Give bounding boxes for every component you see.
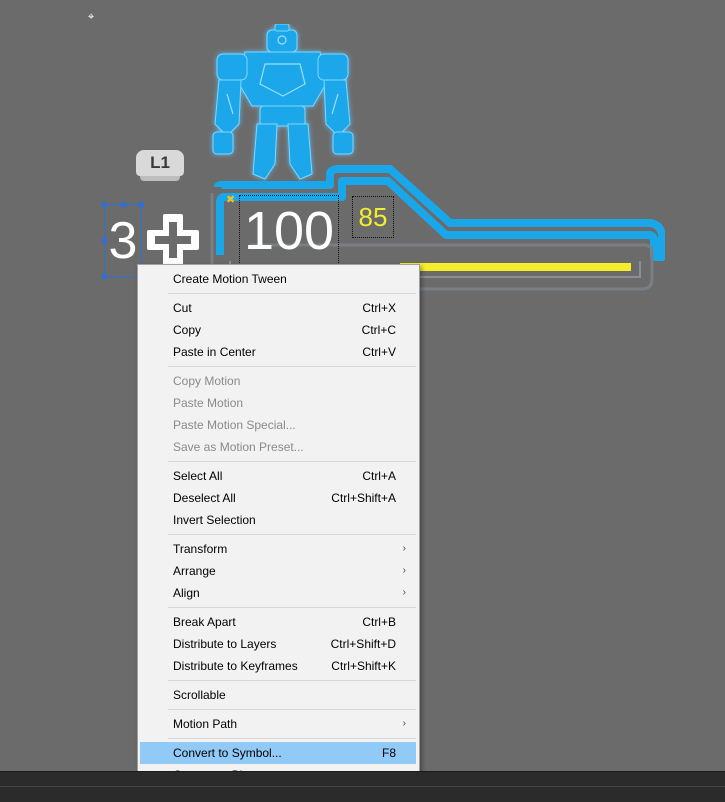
hp-bar-fill [400,263,631,271]
menu-item-copy-motion: Copy Motion [140,370,416,392]
divider [0,786,725,787]
menu-item-deselect-all[interactable]: Deselect All Ctrl+Shift+A [140,487,416,509]
menu-separator [168,738,416,739]
menu-separator [168,366,416,367]
menu-item-select-all[interactable]: Select All Ctrl+A [140,465,416,487]
menu-separator [168,680,416,681]
menu-item-label: Paste Motion Special... [173,418,296,432]
menu-item-paste-motion: Paste Motion [140,392,416,414]
plus-icon [147,214,199,266]
menu-item-label: Motion Path [173,717,238,731]
menu-item-label: Transform [173,542,228,556]
close-x-icon: ✖ [226,194,236,206]
selection-handle[interactable] [102,274,107,279]
menu-item-label: Scrollable [173,688,226,702]
menu-item-label: Save as Motion Preset... [173,440,304,454]
menu-item-label: Distribute to Layers [173,637,277,651]
menu-item-distribute-to-layers[interactable]: Distribute to Layers Ctrl+Shift+D [140,633,416,655]
layer-badge: L1 [136,150,184,181]
menu-item-convert-to-symbol[interactable]: Convert to Symbol... F8 [140,742,416,764]
menu-item-save-motion-preset: Save as Motion Preset... [140,436,416,458]
selection-handle[interactable] [139,202,144,207]
menu-item-cut[interactable]: Cut Ctrl+X [140,297,416,319]
menu-separator [168,709,416,710]
timeline-bar [0,771,725,802]
selection-handle[interactable] [102,202,107,207]
menu-item-label: Copy Motion [173,374,241,388]
submenu-arrow-icon: › [402,587,406,598]
menu-item-label: Select All [173,469,223,483]
registration-crosshair-icon: ⌖ [88,11,95,23]
menu-item-shortcut: Ctrl+Shift+A [331,491,396,505]
menu-item-invert-selection[interactable]: Invert Selection [140,509,416,531]
submenu-arrow-icon: › [402,543,406,554]
menu-item-shortcut: Ctrl+C [361,323,396,337]
menu-item-arrange[interactable]: Arrange › [140,560,416,582]
menu-item-label: Break Apart [173,615,236,629]
menu-item-shortcut: Ctrl+X [362,301,396,315]
menu-item-paste-motion-special: Paste Motion Special... [140,414,416,436]
submenu-arrow-icon: › [402,718,406,729]
menu-item-shortcut: F8 [381,746,396,760]
menu-item-label: Paste in Center [173,345,256,359]
menu-item-shortcut: Ctrl+B [362,615,396,629]
menu-item-paste-in-center[interactable]: Paste in Center Ctrl+V [140,341,416,363]
menu-item-scrollable[interactable]: Scrollable [140,684,416,706]
menu-item-align[interactable]: Align › [140,582,416,604]
menu-item-label: Invert Selection [173,513,256,527]
menu-separator [168,293,416,294]
secondary-value-text[interactable]: 85 [352,196,394,238]
submenu-arrow-icon: › [402,565,406,576]
menu-item-label: Deselect All [173,491,236,505]
selection-handle[interactable] [121,202,126,207]
menu-item-shortcut: Ctrl+A [362,469,396,483]
menu-item-label: Paste Motion [173,396,244,410]
menu-item-shortcut: Ctrl+V [362,345,396,359]
menu-item-label: Convert to Symbol... [173,746,282,760]
menu-separator [168,461,416,462]
menu-separator [168,534,416,535]
menu-item-copy[interactable]: Copy Ctrl+C [140,319,416,341]
menu-separator [168,607,416,608]
menu-item-transform[interactable]: Transform › [140,538,416,560]
menu-item-label: Distribute to Keyframes [173,659,298,673]
menu-item-label: Align [173,586,200,600]
menu-item-label: Copy [173,323,202,337]
hp-value-text[interactable]: 100 [239,195,339,267]
menu-item-create-motion-tween[interactable]: Create Motion Tween [140,268,416,290]
robot-character-image[interactable] [205,24,360,184]
menu-item-shortcut: Ctrl+Shift+K [331,659,396,673]
menu-item-label: Create Motion Tween [173,272,287,286]
menu-item-shortcut: Ctrl+Shift+D [330,637,396,651]
selection-handle[interactable] [102,238,107,243]
menu-item-motion-path[interactable]: Motion Path › [140,713,416,735]
context-menu: Create Motion Tween Cut Ctrl+X Copy Ctrl… [137,264,420,790]
stage-canvas[interactable]: ⌖ L1 3 ✖ 100 85 Create Motion Tween Cut … [0,0,725,801]
menu-item-distribute-to-keyframes[interactable]: Distribute to Keyframes Ctrl+Shift+K [140,655,416,677]
menu-item-label: Cut [173,301,192,315]
menu-item-break-apart[interactable]: Break Apart Ctrl+B [140,611,416,633]
menu-item-label: Arrange [173,564,216,578]
